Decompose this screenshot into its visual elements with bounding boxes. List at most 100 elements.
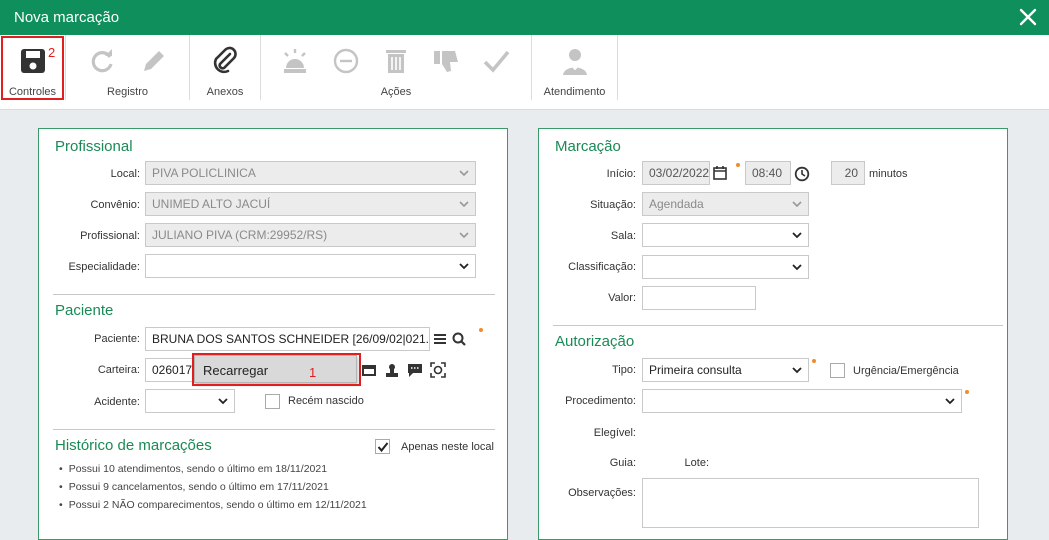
calendar-icon[interactable] — [712, 165, 728, 181]
sala-select[interactable] — [642, 223, 809, 247]
convenio-label: Convênio: — [90, 199, 140, 211]
situacao-select[interactable]: Agendada — [642, 192, 809, 216]
minus-circle-icon[interactable] — [330, 45, 362, 77]
section-title-historico: Histórico de marcações — [55, 437, 212, 454]
toolbar-group-anexos: Anexos — [190, 35, 261, 100]
carteira-label: Carteira: — [97, 364, 140, 376]
chevron-down-icon — [459, 170, 469, 177]
toolbar-label-acoes: Ações — [380, 86, 412, 98]
local-select[interactable]: PIVA POLICLINICA — [145, 161, 476, 185]
search-icon[interactable] — [451, 331, 467, 347]
paciente-value: BRUNA DOS SANTOS SCHNEIDER [26/09/02|021… — [152, 332, 430, 346]
situacao-label: Situação: — [590, 199, 636, 211]
elegivel-label: Elegível: — [593, 427, 636, 439]
section-title-profissional: Profissional — [55, 138, 133, 155]
annotation-badge-1: 1 — [309, 365, 317, 380]
toolbar-group-acoes: Ações — [261, 35, 532, 100]
valor-label: Valor: — [608, 292, 636, 304]
acidente-select[interactable] — [145, 389, 235, 413]
profissional-select[interactable]: JULIANO PIVA (CRM:29952/RS) — [145, 223, 476, 247]
inicio-date-input[interactable]: 03/02/2022 — [642, 161, 710, 185]
separator — [53, 294, 495, 295]
close-icon[interactable] — [1015, 4, 1041, 30]
left-panel: Profissional Local: PIVA POLICLINICA Con… — [38, 128, 508, 540]
apenas-local-label: Apenas neste local — [401, 441, 494, 453]
alarm-bell-icon[interactable] — [279, 45, 311, 77]
toolbar-group-registro: Registro — [66, 35, 190, 100]
chevron-down-icon — [792, 264, 802, 271]
duracao-value: 20 — [844, 166, 858, 180]
acidente-label: Acidente: — [94, 396, 140, 408]
fingerprint-icon[interactable] — [384, 362, 400, 378]
convenio-value: UNIMED ALTO JACUÍ — [152, 197, 271, 211]
checkmark-icon — [377, 442, 389, 453]
lote-label: Lote: — [684, 457, 709, 469]
classificacao-label: Classificação: — [568, 261, 636, 273]
toolbar-label-registro: Registro — [107, 86, 148, 98]
tipo-label: Tipo: — [611, 364, 636, 376]
face-scan-icon[interactable] — [430, 362, 446, 378]
section-title-autorizacao: Autorização — [555, 333, 635, 350]
message-icon[interactable] — [407, 362, 423, 378]
duracao-input[interactable]: 20 — [831, 161, 865, 185]
clock-icon[interactable] — [794, 166, 810, 182]
carteira-value: 026017 — [152, 363, 193, 377]
recem-nascido-label: Recém nascido — [288, 395, 364, 407]
procedimento-select[interactable] — [642, 389, 962, 413]
required-indicator — [812, 359, 816, 363]
paciente-input[interactable]: BRUNA DOS SANTOS SCHNEIDER [26/09/02|021… — [145, 327, 430, 351]
required-indicator — [736, 163, 740, 167]
history-item: Possui 9 cancelamentos, sendo o último e… — [59, 481, 329, 493]
chevron-down-icon — [218, 398, 228, 405]
inicio-time-input[interactable]: 08:40 — [745, 161, 791, 185]
classificacao-select[interactable] — [642, 255, 809, 279]
guia-label: Guia: — [609, 457, 636, 469]
paperclip-icon[interactable] — [209, 45, 241, 77]
thumbs-down-icon[interactable] — [430, 45, 462, 77]
profissional-label: Profissional: — [80, 230, 140, 242]
check-icon[interactable] — [480, 45, 512, 77]
toolbar-group-atendimento: Atendimento — [532, 35, 618, 100]
inicio-date-value: 03/02/2022 — [649, 166, 710, 180]
profissional-value: JULIANO PIVA (CRM:29952/RS) — [152, 228, 328, 242]
convenio-select[interactable]: UNIMED ALTO JACUÍ — [145, 192, 476, 216]
menu-list-icon[interactable] — [432, 331, 448, 347]
chevron-down-icon — [792, 201, 802, 208]
chevron-down-icon — [792, 367, 802, 374]
procedimento-label: Procedimento: — [565, 395, 636, 407]
sala-label: Sala: — [610, 230, 636, 242]
local-value: PIVA POLICLINICA — [152, 166, 256, 180]
history-item: Possui 2 NÃO comparecimentos, sendo o úl… — [59, 499, 367, 511]
toolbar-label-atendimento: Atendimento — [543, 86, 606, 98]
right-panel: Marcação Início: 03/02/2022 08:40 20 min… — [538, 128, 1008, 540]
chevron-down-icon — [792, 232, 802, 239]
calendar-card-icon[interactable] — [361, 362, 377, 378]
observacoes-label: Observações: — [568, 487, 636, 499]
inicio-time-value: 08:40 — [752, 166, 783, 180]
chevron-down-icon — [459, 232, 469, 239]
doctor-icon[interactable] — [559, 45, 591, 77]
paciente-label: Paciente: — [94, 333, 140, 345]
chevron-down-icon — [459, 201, 469, 208]
chevron-down-icon — [459, 263, 469, 270]
especialidade-label: Especialidade: — [68, 261, 140, 273]
refresh-icon[interactable] — [86, 45, 118, 77]
section-title-marcacao: Marcação — [555, 138, 621, 155]
required-indicator — [479, 328, 483, 332]
title-bar: Nova marcação — [0, 0, 1049, 35]
pencil-icon[interactable] — [138, 45, 170, 77]
tipo-select[interactable]: Primeira consulta — [642, 358, 809, 382]
valor-input[interactable] — [642, 286, 756, 310]
section-title-paciente: Paciente — [55, 302, 114, 319]
apenas-local-checkbox[interactable] — [375, 439, 390, 454]
inicio-label: Início: — [606, 168, 636, 180]
duracao-unit: minutos — [869, 168, 908, 180]
separator — [553, 325, 1003, 326]
toolbar-label-anexos: Anexos — [206, 86, 244, 98]
urgencia-checkbox[interactable] — [830, 363, 845, 378]
especialidade-select[interactable] — [145, 254, 476, 278]
recem-nascido-checkbox[interactable] — [265, 394, 280, 409]
observacoes-textarea[interactable] — [642, 478, 979, 528]
trash-icon[interactable] — [380, 45, 412, 77]
toolbar: Controles Registro Anexos Ações Atendime… — [0, 35, 1049, 110]
